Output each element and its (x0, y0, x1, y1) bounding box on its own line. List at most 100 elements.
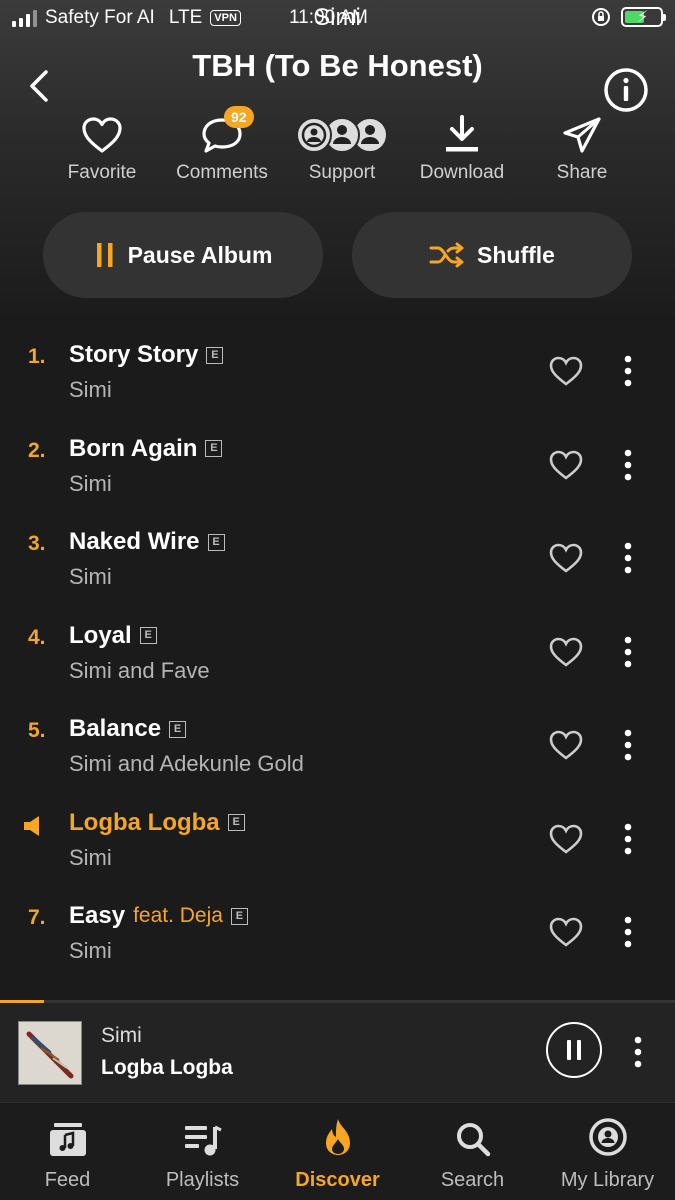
track-title: Story Story E (69, 341, 224, 369)
more-options-icon[interactable] (620, 916, 636, 948)
track-row[interactable]: 1. Story Story E Simi (0, 325, 675, 419)
playback-progress-fill (0, 1000, 44, 1003)
favorite-label: Favorite (67, 162, 137, 183)
heart-icon[interactable] (548, 355, 584, 387)
track-number: 2. (28, 438, 46, 462)
playlists-icon (184, 1125, 222, 1156)
tab-label: Feed (44, 1169, 91, 1191)
track-row[interactable]: 3. Naked Wire E Simi (0, 512, 675, 606)
more-options-icon[interactable] (630, 1036, 646, 1068)
album-art-thumbnail (18, 1021, 82, 1085)
flame-icon (325, 1119, 350, 1155)
tab-label: Search (440, 1169, 505, 1191)
tab-label: Discover (295, 1169, 380, 1191)
track-title: Loyal E (69, 622, 157, 650)
mini-player[interactable]: Simi Logba Logba (0, 1000, 675, 1102)
library-icon (588, 1118, 627, 1156)
now-playing-title: Logba Logba (101, 1056, 233, 1079)
track-title: Logba Logba E (69, 809, 245, 837)
comments-label: Comments (176, 162, 268, 183)
tab-search[interactable]: Search (405, 1103, 540, 1192)
bottom-tab-bar: Feed Playlists Discover Search My Librar… (0, 1102, 675, 1200)
more-options-icon[interactable] (620, 449, 636, 481)
track-row[interactable]: 4. Loyal E Simi and Fave (0, 606, 675, 700)
support-label: Support (308, 162, 376, 183)
artist-name-overlay: Simi (314, 4, 361, 31)
track-artist: Simi and Adekunle Gold (69, 751, 304, 776)
track-artist: Simi (69, 377, 112, 402)
download-icon (446, 115, 478, 152)
track-title: Easy feat. Deja E (69, 902, 248, 930)
track-list: 1. Story Story E Simi 2. Born Again E Simi… (0, 325, 675, 980)
explicit-badge: E (207, 533, 225, 551)
share-label: Share (556, 162, 608, 183)
album-title: TBH (To Be Honest) (192, 48, 483, 83)
explicit-badge: E (206, 346, 224, 364)
track-row[interactable]: 7. Easy feat. Deja E Simi (0, 886, 675, 980)
track-number: 7. (28, 906, 46, 929)
track-artist: Simi (69, 844, 112, 870)
heart-icon[interactable] (548, 916, 584, 948)
album-actions: Favorite 92 Comments Support Download Sh… (0, 106, 675, 192)
more-options-icon[interactable] (620, 823, 636, 855)
track-artist: Simi (69, 564, 112, 589)
more-options-icon[interactable] (620, 636, 636, 668)
track-artist: Simi (69, 470, 112, 496)
playback-progress-bar[interactable] (0, 1000, 675, 1003)
shuffle-label: Shuffle (477, 241, 555, 268)
download-label: Download (419, 162, 505, 183)
track-title: Born Again E (69, 435, 223, 463)
comments-button[interactable]: 92 Comments (162, 106, 282, 184)
favorite-button[interactable]: Favorite (42, 112, 162, 184)
info-icon[interactable] (603, 67, 649, 113)
explicit-badge: E (169, 720, 187, 738)
explicit-badge: E (227, 814, 245, 831)
track-number: 3. (28, 532, 46, 555)
heart-icon[interactable] (548, 636, 584, 668)
explicit-badge: E (205, 440, 223, 457)
track-number: 4. (28, 625, 46, 649)
track-row[interactable]: 5. Balance E Simi and Adekunle Gold (0, 699, 675, 793)
tab-feed[interactable]: Feed (0, 1103, 135, 1192)
shuffle-button[interactable]: Shuffle (352, 212, 632, 298)
explicit-badge: E (139, 627, 157, 644)
mini-player-pause-button[interactable] (546, 1022, 602, 1078)
heart-icon[interactable] (548, 729, 584, 761)
heart-icon[interactable] (548, 823, 584, 855)
tab-my-library[interactable]: My Library (540, 1103, 675, 1192)
heart-icon[interactable] (548, 449, 584, 481)
track-artist: Simi and Fave (69, 657, 210, 683)
tab-discover[interactable]: Discover (270, 1103, 405, 1192)
now-playing-artist: Simi (101, 1024, 142, 1047)
share-paper-plane-icon (563, 117, 601, 153)
support-button[interactable]: Support (282, 112, 402, 184)
comments-count-badge: 92 (224, 106, 254, 128)
track-artist: Simi (69, 938, 112, 963)
search-icon (456, 1123, 490, 1157)
now-playing-speaker-icon (24, 815, 39, 836)
track-number: 5. (28, 719, 46, 742)
track-number: 1. (28, 345, 46, 368)
heart-icon[interactable] (548, 542, 584, 574)
explicit-badge: E (230, 907, 248, 925)
track-featuring: feat. Deja (133, 904, 223, 927)
track-row[interactable]: 2. Born Again E Simi (0, 419, 675, 513)
pause-album-button[interactable]: Pause Album (43, 212, 323, 298)
share-button[interactable]: Share (522, 112, 642, 184)
pause-icon (96, 243, 113, 267)
tab-label: My Library (560, 1169, 655, 1191)
feed-icon (49, 1123, 86, 1156)
track-row-now-playing[interactable]: Logba Logba E Simi (0, 793, 675, 887)
more-options-icon[interactable] (620, 729, 636, 761)
tab-label: Playlists (165, 1169, 240, 1191)
heart-icon (82, 117, 122, 153)
track-title: Balance E (69, 715, 187, 743)
pause-album-label: Pause Album (127, 241, 273, 268)
more-options-icon[interactable] (620, 542, 636, 574)
download-button[interactable]: Download (402, 112, 522, 184)
more-options-icon[interactable] (620, 355, 636, 387)
tab-playlists[interactable]: Playlists (135, 1103, 270, 1192)
shuffle-icon (429, 242, 464, 268)
track-title: Naked Wire E (69, 528, 225, 556)
supporters-avatars-icon (296, 117, 388, 153)
